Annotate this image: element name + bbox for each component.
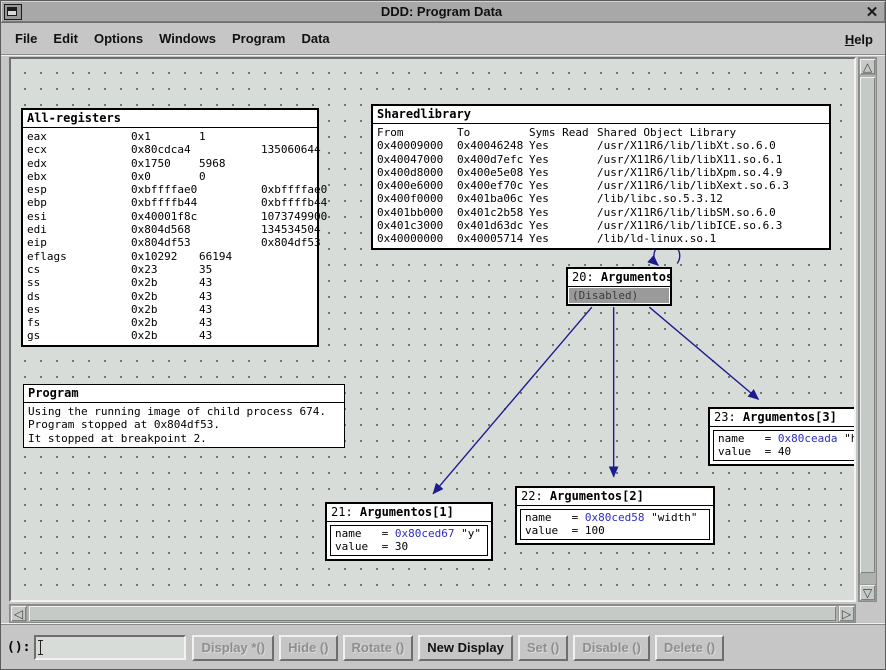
register-row: eflags0x1029266194: [27, 250, 313, 263]
all-registers-title: All-registers: [23, 110, 317, 128]
display-node-23-argumentos3[interactable]: 23: Argumentos[3] name = 0x80ceada "h va…: [708, 407, 856, 466]
menu-item[interactable]: File: [15, 31, 37, 46]
menu-bar: File Edit Options Windows Program Data Help: [1, 24, 885, 54]
text-caret: [40, 640, 41, 655]
menu-item[interactable]: Windows: [159, 31, 216, 46]
close-icon[interactable]: ✕: [861, 3, 883, 21]
menu-item[interactable]: Data: [301, 31, 329, 46]
new-display-button[interactable]: New Display: [418, 635, 513, 661]
register-row: fs0x2b43: [27, 316, 313, 329]
register-row: edx0x17505968: [27, 157, 313, 170]
library-row: 0x401bb0000x401c2b58Yes/usr/X11R6/lib/li…: [377, 206, 825, 219]
all-registers-display[interactable]: All-registers eax0x11 ecx0x80cdca4135060…: [21, 108, 319, 347]
node-23-title: 23: Argumentos[3]: [710, 409, 856, 427]
struct-field: name = 0x80ced67 "y": [335, 527, 483, 540]
register-row: esi0x40001f8c1073749900: [27, 210, 313, 223]
struct-field: value = 100: [525, 524, 705, 537]
delete-button[interactable]: Delete (): [655, 635, 724, 661]
library-row: 0x400090000x40046248Yes/usr/X11R6/lib/li…: [377, 139, 825, 152]
program-status-line: Program stopped at 0x804df53.: [28, 418, 340, 431]
display-node-20-argumentos[interactable]: 20: Argumentos (Disabled): [566, 267, 672, 306]
main-area: All-registers eax0x11 ecx0x80cdca4135060…: [1, 56, 886, 623]
sharedlibrary-display[interactable]: Sharedlibrary FromToSyms ReadShared Obje…: [371, 104, 831, 250]
vertical-scrollbar[interactable]: △ ▽: [858, 57, 877, 602]
register-row: eax0x11: [27, 130, 313, 143]
display-node-22-argumentos2[interactable]: 22: Argumentos[2] name = 0x80ced58 "widt…: [515, 486, 715, 545]
register-row: edi0x804d568134534504: [27, 223, 313, 236]
struct-field: value = 30: [335, 540, 483, 553]
register-row: ds0x2b43: [27, 290, 313, 303]
disable-button[interactable]: Disable (): [573, 635, 650, 661]
library-row: 0x400000000x40005714Yes/lib/ld-linux.so.…: [377, 232, 825, 245]
argument-input[interactable]: [34, 635, 186, 660]
library-row: 0x400e60000x400ef70cYes/usr/X11R6/lib/li…: [377, 179, 825, 192]
argument-toolbar: (): Display *()Hide ()Rotate ()New Displ…: [1, 623, 885, 670]
window-title: DDD: Program Data: [22, 4, 861, 19]
register-row: cs0x2335: [27, 263, 313, 276]
argument-label: ():: [7, 640, 30, 655]
data-display-canvas[interactable]: All-registers eax0x11 ecx0x80cdca4135060…: [9, 57, 856, 602]
horizontal-scrollbar-thumb[interactable]: [29, 606, 836, 621]
program-status-line: It stopped at breakpoint 2.: [28, 432, 340, 445]
menu-item-help[interactable]: Help: [845, 32, 873, 47]
library-row: 0x400470000x400d7efcYes/usr/X11R6/lib/li…: [377, 153, 825, 166]
node-23-value-box: name = 0x80ceada "h value = 40: [713, 430, 856, 461]
node-21-title: 21: Argumentos[1]: [327, 504, 491, 522]
vertical-scrollbar-thumb[interactable]: [860, 77, 875, 573]
horizontal-scrollbar[interactable]: ◁ ▷: [9, 604, 856, 623]
register-row: gs0x2b43: [27, 329, 313, 342]
set-button[interactable]: Set (): [518, 635, 569, 661]
scroll-down-icon[interactable]: ▽: [859, 584, 876, 601]
library-row: 0x400f00000x401ba06cYes/lib/libc.so.5.3.…: [377, 192, 825, 205]
register-row: ss0x2b43: [27, 276, 313, 289]
scroll-right-icon[interactable]: ▷: [838, 605, 855, 622]
hide-button[interactable]: Hide (): [279, 635, 337, 661]
scroll-up-icon[interactable]: △: [859, 58, 876, 75]
library-row: 0x401c30000x401d63dcYes/usr/X11R6/lib/li…: [377, 219, 825, 232]
sharedlibrary-header: FromToSyms ReadShared Object Library: [377, 126, 825, 139]
display-node-21-argumentos1[interactable]: 21: Argumentos[1] name = 0x80ced67 "y" v…: [325, 502, 493, 561]
register-row: es0x2b43: [27, 303, 313, 316]
node-20-disabled-badge: (Disabled): [569, 288, 669, 303]
node-22-value-box: name = 0x80ced58 "width" value = 100: [520, 509, 710, 540]
ddd-program-data-window: DDD: Program Data ✕ File Edit Options Windo…: [0, 0, 886, 670]
library-row: 0x400d80000x400e5e08Yes/usr/X11R6/lib/li…: [377, 166, 825, 179]
program-status-line: Using the running image of child process…: [28, 405, 340, 418]
register-row: ebp0xbffffb440xbffffb44: [27, 196, 313, 209]
scroll-left-icon[interactable]: ◁: [10, 605, 27, 622]
arrow-20-to-21: [433, 307, 592, 494]
struct-field: name = 0x80ceada "h: [718, 432, 856, 445]
register-row: ecx0x80cdca4135060644: [27, 143, 313, 156]
node-22-title: 22: Argumentos[2]: [517, 488, 713, 506]
struct-field: name = 0x80ced58 "width": [525, 511, 705, 524]
struct-field: value = 40: [718, 445, 856, 458]
program-title: Program: [24, 385, 344, 403]
display-button[interactable]: Display *(): [192, 635, 274, 661]
rotate-button[interactable]: Rotate (): [343, 635, 414, 661]
title-bar[interactable]: DDD: Program Data ✕: [1, 1, 885, 23]
node-20-title: 20: Argumentos: [568, 269, 670, 287]
node-21-value-box: name = 0x80ced67 "y" value = 30: [330, 525, 488, 556]
program-display[interactable]: Program Using the running image of child…: [23, 384, 345, 448]
register-row: esp0xbffffae00xbffffae0: [27, 183, 313, 196]
window-menu-icon[interactable]: [4, 4, 22, 20]
register-row: eip0x804df530x804df53: [27, 236, 313, 249]
display-buttons-row: Display *()Hide ()Rotate ()New DisplaySe…: [192, 635, 724, 661]
register-row: ebx0x00: [27, 170, 313, 183]
sharedlibrary-title: Sharedlibrary: [373, 106, 829, 124]
menu-item[interactable]: Program: [232, 31, 285, 46]
menu-item[interactable]: Edit: [53, 31, 78, 46]
arrow-20-to-23: [649, 307, 758, 399]
menu-item[interactable]: Options: [94, 31, 143, 46]
